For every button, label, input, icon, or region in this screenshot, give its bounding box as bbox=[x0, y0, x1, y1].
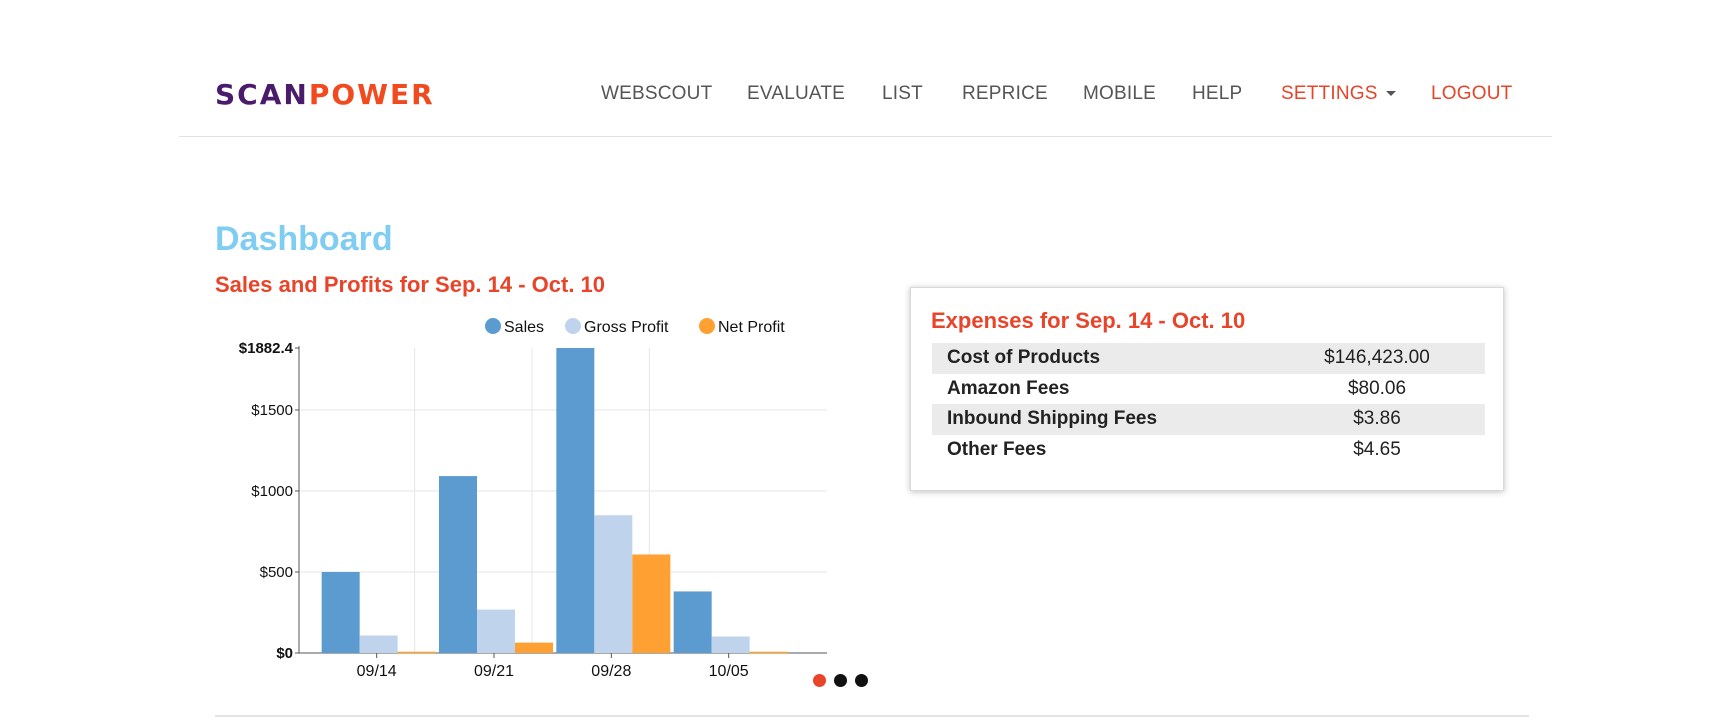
carousel-dot[interactable] bbox=[834, 674, 847, 687]
y-tick-label: $1882.4 bbox=[239, 340, 294, 357]
footer-divider bbox=[215, 715, 1529, 717]
expense-row-amazon-fees: Amazon Fees $80.06 bbox=[932, 374, 1485, 405]
nav-help[interactable]: HELP bbox=[1192, 82, 1242, 106]
x-tick-label: 09/14 bbox=[357, 663, 397, 680]
expense-label: Inbound Shipping Fees bbox=[947, 408, 1158, 429]
y-tick-label: $500 bbox=[260, 564, 293, 581]
nav-settings-dropdown[interactable]: SETTINGS bbox=[1281, 82, 1396, 106]
nav-reprice[interactable]: REPRICE bbox=[962, 82, 1048, 106]
nav-logout[interactable]: LOGOUT bbox=[1431, 82, 1512, 106]
x-tick-label: 10/05 bbox=[709, 663, 749, 680]
carousel-dot[interactable] bbox=[813, 674, 826, 687]
bar-net-profit bbox=[397, 651, 436, 654]
expense-row-inbound-shipping: Inbound Shipping Fees $3.86 bbox=[932, 404, 1485, 435]
y-tick-label: $1500 bbox=[251, 402, 293, 419]
nav-list[interactable]: LIST bbox=[882, 82, 923, 106]
expense-value: $3.86 bbox=[1353, 408, 1401, 429]
legend-label: Net Profit bbox=[718, 319, 785, 336]
sales-chart-title: Sales and Profits for Sep. 14 - Oct. 10 bbox=[215, 272, 606, 297]
bar-gross-profit bbox=[477, 609, 515, 653]
legend-label: Gross Profit bbox=[584, 319, 669, 336]
nav-mobile[interactable]: MOBILE bbox=[1083, 82, 1156, 106]
bar-gross-profit bbox=[359, 635, 398, 653]
bar-sales bbox=[321, 571, 360, 653]
expense-label: Amazon Fees bbox=[947, 377, 1070, 399]
nav-settings-label: SETTINGS bbox=[1281, 83, 1378, 104]
expense-value: $4.65 bbox=[1353, 438, 1401, 460]
bar-gross-profit bbox=[711, 636, 750, 653]
expense-row-other-fees: Other Fees $4.65 bbox=[932, 435, 1485, 466]
bar-sales bbox=[556, 348, 595, 653]
bar-gross-profit bbox=[594, 515, 633, 653]
main-nav: WEBSCOUT EVALUATE LIST REPRICE MOBILE HE… bbox=[0, 82, 1714, 106]
x-tick-label: 09/21 bbox=[474, 663, 514, 680]
carousel-dot[interactable] bbox=[855, 674, 868, 687]
nav-webscout[interactable]: WEBSCOUT bbox=[601, 82, 712, 106]
legend-label: Sales bbox=[504, 319, 544, 336]
x-tick-label: 09/28 bbox=[591, 663, 631, 680]
bar-net-profit bbox=[749, 651, 788, 654]
legend-marker bbox=[485, 318, 501, 334]
expenses-panel: Expenses for Sep. 14 - Oct. 10 Cost of P… bbox=[910, 287, 1504, 491]
expense-label: Other Fees bbox=[947, 438, 1047, 460]
y-tick-label: $1000 bbox=[251, 483, 293, 500]
expense-value: $146,423.00 bbox=[1324, 347, 1430, 368]
header-divider bbox=[179, 136, 1552, 137]
y-tick-label: $0 bbox=[276, 645, 293, 662]
expenses-title: Expenses for Sep. 14 - Oct. 10 bbox=[931, 308, 1246, 333]
expense-row-cost-of-products: Cost of Products $146,423.00 bbox=[932, 343, 1485, 374]
expense-label: Cost of Products bbox=[947, 347, 1101, 368]
legend-marker bbox=[565, 318, 581, 334]
expenses-table: Cost of Products $146,423.00 Amazon Fees… bbox=[932, 343, 1485, 465]
bar-net-profit bbox=[515, 642, 553, 653]
bar-net-profit bbox=[632, 554, 671, 653]
bar-sales bbox=[673, 591, 712, 653]
sales-profit-chart: $0 $500 $1000 $1500 $1882.4 09/14 09/21 09/28 10… bbox=[239, 318, 827, 680]
page-title: Dashboard bbox=[215, 220, 393, 258]
expense-value: $80.06 bbox=[1347, 377, 1407, 399]
legend-marker bbox=[699, 318, 715, 334]
bar-sales bbox=[439, 476, 477, 653]
chevron-down-icon bbox=[1385, 91, 1396, 97]
nav-evaluate[interactable]: EVALUATE bbox=[747, 82, 845, 106]
